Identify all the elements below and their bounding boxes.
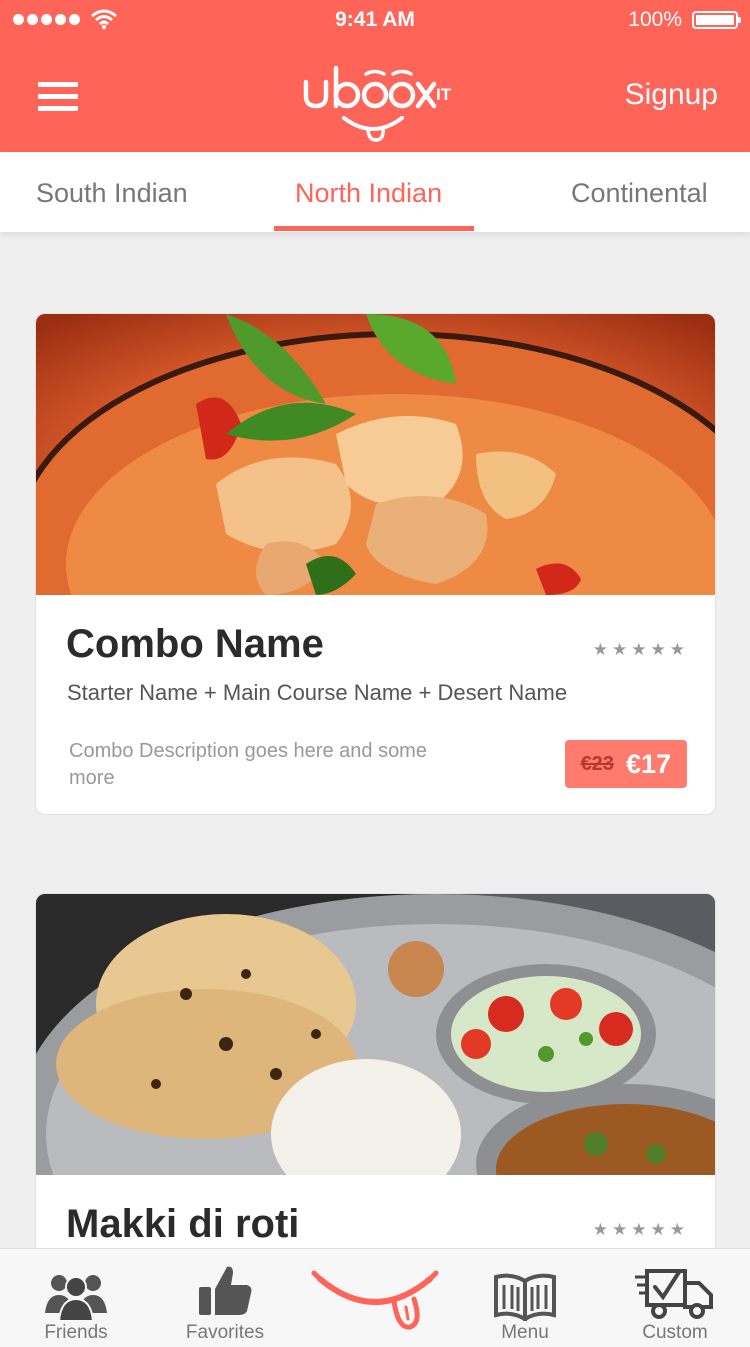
nav-label: Menu [501,1322,549,1343]
combo-card[interactable]: Makki di roti ★★★★★ [35,893,716,1273]
rating-stars: ★★★★★ [592,640,689,659]
nav-home[interactable] [305,1249,445,1347]
nav-label: Friends [44,1322,108,1343]
tab-continental[interactable]: Continental [571,178,708,209]
signup-button[interactable]: Signup [625,78,718,112]
uboxit-logo: IT [303,65,452,142]
nav-label: Favorites [185,1322,265,1343]
hamburger-menu-button[interactable] [38,82,78,111]
combo-items: Starter Name + Main Course Name + Desert… [67,680,568,705]
status-bar: 9:41 AM 100% [0,0,750,40]
battery-percent: 100% [628,8,682,31]
discounted-price: €17 [625,748,671,779]
nav-favorites[interactable]: Favorites [155,1249,295,1347]
nav-label: Custom [642,1322,708,1343]
combo-title: Makki di roti [66,1202,300,1246]
price-badge[interactable]: €23 €17 [564,740,687,788]
battery-icon [692,11,741,29]
combo-description: Combo Description goes here and some mor… [69,740,427,789]
tab-north-indian[interactable]: North Indian [295,178,442,209]
active-tab-indicator [274,226,474,231]
combo-food-image [36,894,715,1175]
original-price: €23 [580,752,614,775]
tab-south-indian[interactable]: South Indian [36,178,188,209]
thumbs-up-icon [199,1266,252,1315]
nav-friends[interactable]: Friends [6,1249,146,1347]
bottom-navigation: Friends Favorites Menu Custom [0,1248,750,1347]
combo-title: Combo Name [66,622,324,666]
friends-icon [45,1275,107,1322]
category-tabs: South Indian North Indian Continental [0,152,750,232]
nav-custom[interactable]: Custom [605,1249,745,1347]
svg-text:IT: IT [436,85,452,104]
combo-food-image [36,314,715,595]
app-header: 9:41 AM 100% IT Signup [0,0,750,152]
rating-stars: ★★★★★ [592,1220,689,1239]
uboxit-smile-icon [311,1270,439,1330]
nav-menu[interactable]: Menu [455,1249,595,1347]
book-icon [494,1273,556,1321]
delivery-truck-icon [635,1269,713,1319]
combo-card[interactable]: Combo Name ★★★★★ Starter Name + Main Cou… [35,313,716,815]
